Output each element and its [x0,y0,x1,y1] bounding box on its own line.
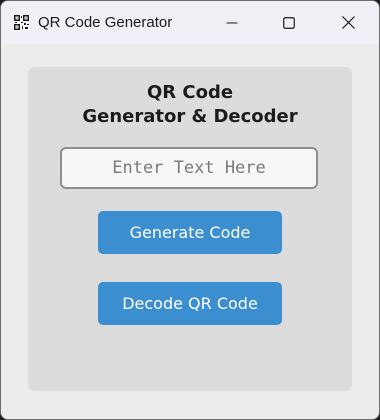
heading-line-2: Generator & Decoder [82,106,298,127]
close-icon [341,16,355,29]
app-window: QR Code Generator QR Code Generator & De… [0,0,380,420]
title-bar[interactable]: QR Code Generator [1,1,379,44]
minimize-icon [226,22,238,23]
close-button[interactable] [325,1,371,44]
panel-heading: QR Code Generator & Decoder [28,81,352,129]
decode-qr-code-button[interactable]: Decode QR Code [98,282,282,325]
text-input[interactable] [60,147,318,189]
window-title: QR Code Generator [38,14,173,31]
maximize-icon [283,16,295,29]
minimize-button[interactable] [209,1,255,44]
window-content: QR Code Generator & Decoder Generate Cod… [1,44,379,419]
qr-code-icon [14,15,29,30]
main-panel: QR Code Generator & Decoder Generate Cod… [28,67,352,391]
generate-code-button[interactable]: Generate Code [98,211,282,254]
maximize-button[interactable] [266,1,312,44]
heading-line-1: QR Code [146,82,234,103]
